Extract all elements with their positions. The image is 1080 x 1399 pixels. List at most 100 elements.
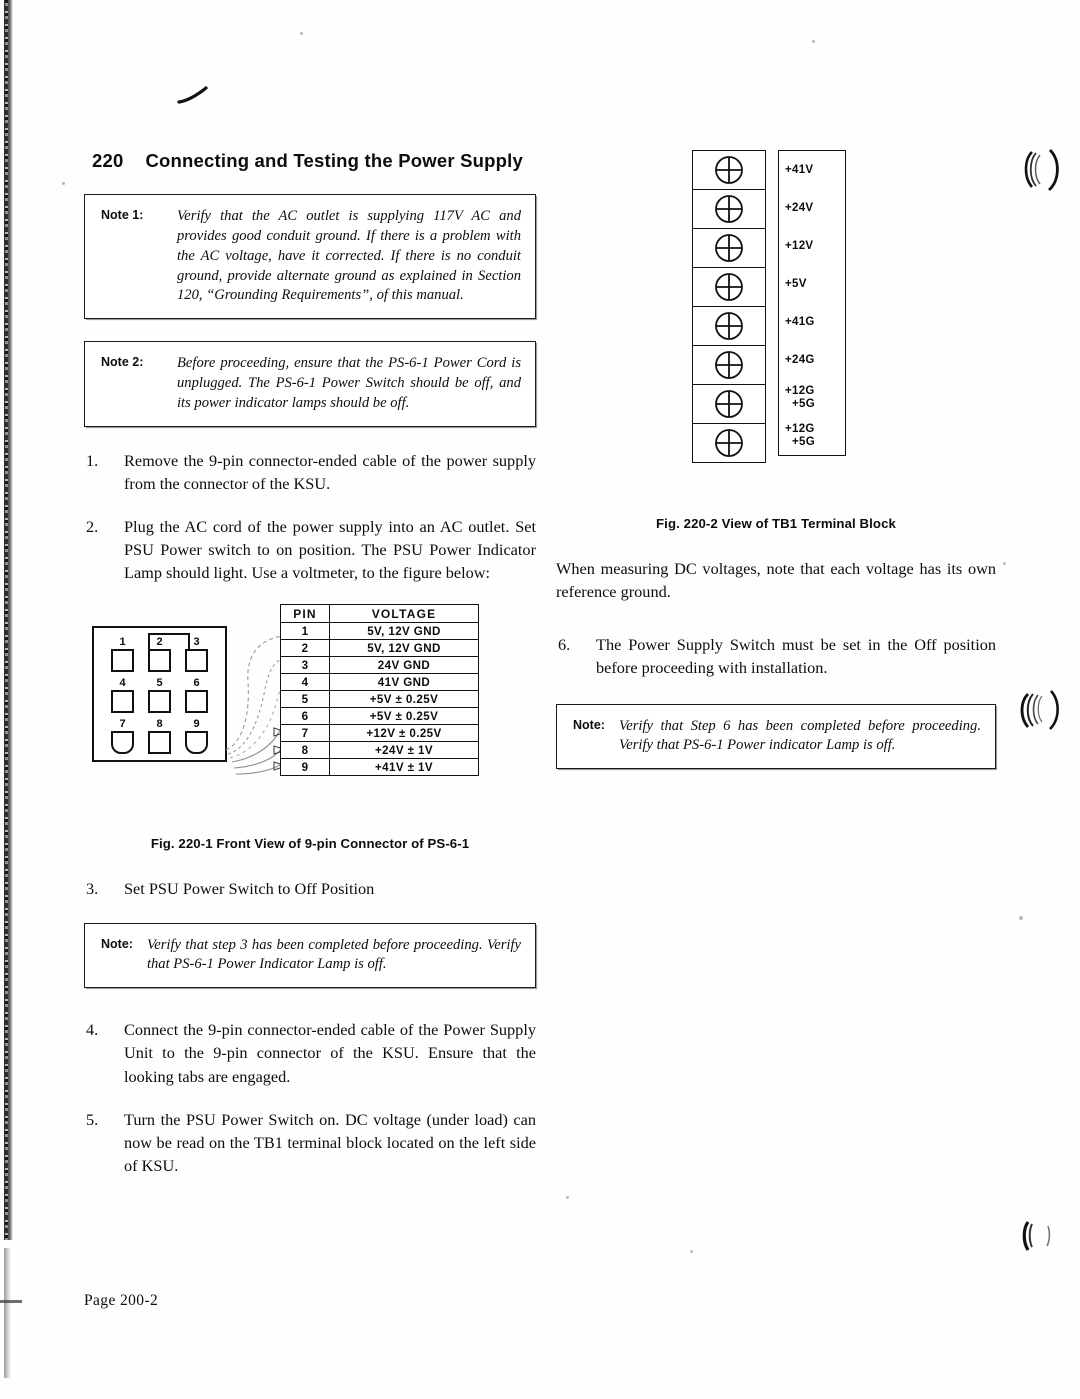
pin-square-icon <box>148 731 171 755</box>
pin-voltage-table: PIN VOLTAGE 1 5V, 12V GND 2 5V, 12V GND … <box>280 604 479 777</box>
terminal-cell <box>693 229 765 268</box>
scan-speck <box>812 40 815 43</box>
right-column: +41V +24V +12V +5V +41G +24G +12G +5G +1… <box>556 150 996 791</box>
table-row: 8 +24V ± 1V <box>280 741 479 760</box>
step-4: 4. Connect the 9-pin connector-ended cab… <box>84 1018 536 1087</box>
pin-number: 6 <box>193 677 200 690</box>
cell-voltage: +41V ± 1V <box>329 758 479 777</box>
terminal-label: +24V <box>779 189 845 227</box>
terminal-cell <box>693 151 765 190</box>
step-text: Connect the 9-pin connector-ended cable … <box>124 1020 536 1086</box>
cell-pin: 4 <box>280 673 330 692</box>
section-title: Connecting and Testing the Power Supply <box>145 150 523 171</box>
scan-speck <box>1019 916 1023 920</box>
note-label: Note: <box>101 936 133 951</box>
table-header-row: PIN VOLTAGE <box>280 604 479 624</box>
binder-ring-artifact <box>1024 149 1059 192</box>
cell-pin: 1 <box>280 622 330 641</box>
step-2: 2. Plug the AC cord of the power supply … <box>84 515 536 584</box>
cell-voltage: +12V ± 0.25V <box>329 724 479 743</box>
pin-number: 5 <box>156 677 163 690</box>
cell-pin: 7 <box>280 724 330 743</box>
pin-number: 4 <box>119 677 126 690</box>
figure-220-1: 1 2 3 4 5 6 7 8 9 PIN VOLTAGE 1 5V, 12V … <box>84 604 536 784</box>
screw-terminal-icon <box>715 390 743 418</box>
pin-number: 2 <box>156 636 163 649</box>
cell-pin: 8 <box>280 741 330 760</box>
pin-dshape-icon <box>185 731 208 755</box>
terminal-label-line2: +5G <box>792 398 815 410</box>
nine-pin-connector-drawing: 1 2 3 4 5 6 7 8 9 <box>92 626 227 763</box>
screw-terminal-icon <box>715 312 743 340</box>
screw-terminal-icon <box>715 195 743 223</box>
step-number: 6. <box>558 635 571 655</box>
pin-cell: 8 <box>141 718 178 756</box>
cell-pin: 9 <box>280 758 330 777</box>
terminal-cell <box>693 190 765 229</box>
cell-voltage: +5V ± 0.25V <box>329 707 479 726</box>
document-page: 220 Connecting and Testing the Power Supp… <box>0 0 1080 1399</box>
figure-220-1-caption: Fig. 220-1 Front View of 9-pin Connector… <box>150 836 470 852</box>
page-title: 220 Connecting and Testing the Power Supp… <box>92 150 536 172</box>
cell-pin: 5 <box>280 690 330 709</box>
cell-pin: 2 <box>280 639 330 658</box>
cell-pin: 6 <box>280 707 330 726</box>
pin-cell: 6 <box>178 677 215 715</box>
pin-cell: 5 <box>141 677 178 715</box>
terminal-label-line1: +24G <box>785 353 815 366</box>
pin-number: 8 <box>156 718 163 731</box>
step-text: Plug the AC cord of the power supply int… <box>124 517 536 583</box>
pin-dshape-icon <box>111 731 134 755</box>
page-footer: Page 200-2 <box>84 1292 159 1309</box>
terminal-label-line1: +24V <box>785 201 814 214</box>
note-text: Before proceeding, ensure that the PS-6-… <box>177 355 521 411</box>
table-row: 1 5V, 12V GND <box>280 622 479 641</box>
table-row: 5 +5V ± 0.25V <box>280 690 479 709</box>
binder-ring-artifact <box>1020 690 1059 730</box>
terminal-label-line2: +5G <box>792 436 815 448</box>
handwritten-pen-stroke <box>177 86 208 104</box>
note-label: Note: <box>573 717 605 732</box>
cell-voltage: 24V GND <box>329 656 479 675</box>
cell-voltage: +5V ± 0.25V <box>329 690 479 709</box>
pin-grid: 1 2 3 4 5 6 7 8 9 <box>104 636 215 756</box>
scan-speck <box>690 1250 693 1253</box>
step-5: 5. Turn the PSU Power Switch on. DC volt… <box>84 1108 536 1177</box>
terminal-label: +12G +5G <box>779 379 845 417</box>
table-row: 2 5V, 12V GND <box>280 639 479 658</box>
cell-voltage: 5V, 12V GND <box>329 639 479 658</box>
section-number: 220 <box>92 150 124 171</box>
column-header-pin: PIN <box>280 604 330 624</box>
cell-voltage: 5V, 12V GND <box>329 622 479 641</box>
terminal-label-line1: +12V <box>785 239 814 252</box>
terminal-label-line1: +5V <box>785 277 807 290</box>
terminal-label: +12G +5G <box>779 417 845 455</box>
terminal-label-line1: +41G <box>785 315 815 328</box>
pin-number: 7 <box>119 718 126 731</box>
step-text: The Power Supply Switch must be set in t… <box>596 635 996 678</box>
cell-voltage: +24V ± 1V <box>329 741 479 760</box>
note-label: Note 1: <box>101 208 144 222</box>
terminal-label-line1: +12G <box>785 423 815 435</box>
terminal-cell <box>693 268 765 307</box>
step-number: 3. <box>86 879 99 899</box>
table-row: 9 +41V ± 1V <box>280 758 479 777</box>
tb1-terminal-block-drawing <box>692 150 766 463</box>
terminal-label-line1: +12G <box>785 385 815 397</box>
terminal-label: +24G <box>779 341 845 379</box>
terminal-cell <box>693 307 765 346</box>
step-number: 4. <box>86 1020 99 1040</box>
step-text: Turn the PSU Power Switch on. DC voltage… <box>124 1109 536 1175</box>
pin-cell: 2 <box>141 636 178 674</box>
screw-terminal-icon <box>715 273 743 301</box>
table-row: 6 +5V ± 0.25V <box>280 707 479 726</box>
step-number: 1. <box>86 450 99 470</box>
cell-pin: 3 <box>280 656 330 675</box>
note-box-2: Note 2: Before proceeding, ensure that t… <box>84 341 536 427</box>
scan-speck <box>1003 562 1006 565</box>
scan-binding-edge-artifact <box>4 0 13 1240</box>
note-box-1: Note 1: Verify that the AC outlet is sup… <box>84 194 536 320</box>
step-3: 3. Set PSU Power Switch to Off Position <box>84 877 536 900</box>
terminal-label-line1: +41V <box>785 163 814 176</box>
pin-cell: 3 <box>178 636 215 674</box>
